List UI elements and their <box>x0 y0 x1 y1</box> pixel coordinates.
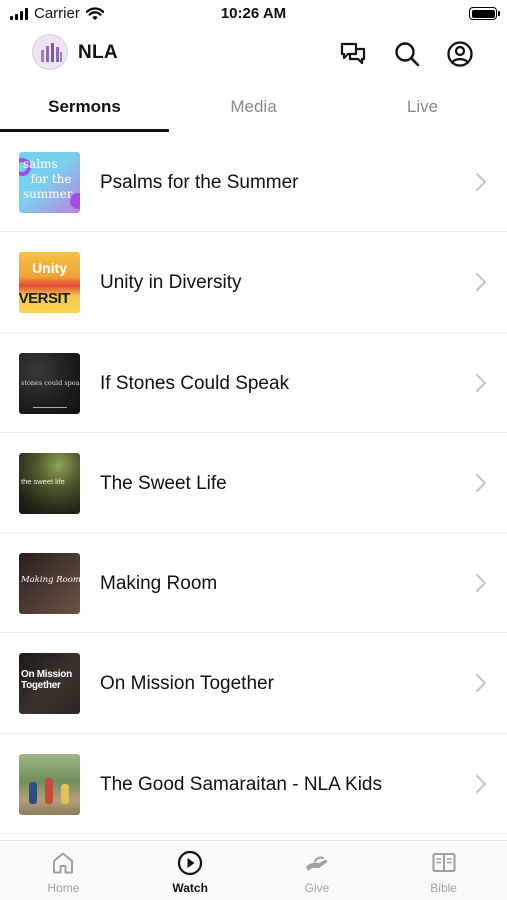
tabbar-home-label: Home <box>47 881 80 895</box>
chevron-right-icon <box>476 774 486 793</box>
sermon-thumbnail: stones could spea <box>19 352 80 414</box>
app-title: NLA <box>78 42 118 63</box>
sermon-title: The Sweet Life <box>100 472 227 494</box>
tab-media[interactable]: Media <box>169 84 338 132</box>
play-circle-icon <box>178 850 203 876</box>
sermon-list: salms for the summer Psalms for the Summe… <box>0 132 507 835</box>
sermon-title: If Stones Could Speak <box>100 372 290 394</box>
status-time: 10:26 AM <box>220 5 287 22</box>
content-tabs: Sermons Media Live <box>0 84 507 132</box>
account-icon[interactable] <box>446 40 474 68</box>
sermon-thumbnail: salms for the summer <box>19 152 80 213</box>
sermon-row[interactable]: stones could spea If Stones Could Speak <box>0 333 507 433</box>
sermon-title: The Good Samaraitan - NLA Kids <box>100 773 382 795</box>
logo-icon <box>41 43 62 62</box>
battery-icon <box>469 7 500 20</box>
status-bar: Carrier 10:26 AM <box>0 0 507 30</box>
sermon-thumbnail: the sweet life <box>19 452 80 514</box>
sermon-row[interactable]: salms for the summer Psalms for the Summe… <box>0 132 507 233</box>
tabbar-bible-label: Bible <box>430 881 457 895</box>
chevron-right-icon <box>476 574 486 593</box>
sermon-thumbnail: Making Room <box>19 553 80 615</box>
chevron-right-icon <box>476 473 486 492</box>
sermon-row[interactable]: Unity IVERSIT Unity in Diversity <box>0 232 507 333</box>
chat-icon[interactable] <box>339 40 367 68</box>
tabbar-home[interactable]: Home <box>0 841 127 900</box>
tabbar-give-label: Give <box>304 881 330 895</box>
app-header: NLA <box>0 30 507 80</box>
tabbar-watch[interactable]: Watch <box>127 841 254 900</box>
sermon-row[interactable]: Making Room Making Room <box>0 533 507 634</box>
sermon-row[interactable]: The Good Samaraitan - NLA Kids <box>0 734 507 835</box>
give-icon <box>305 856 328 871</box>
sermon-thumbnail: On Mission Together <box>19 653 80 715</box>
sermon-title: Unity in Diversity <box>100 272 242 294</box>
sermon-title: On Mission Together <box>100 673 274 695</box>
search-icon[interactable] <box>393 40 421 68</box>
bottom-tab-bar: Home Watch Give Bible <box>0 840 507 900</box>
tabbar-give[interactable]: Give <box>254 841 381 900</box>
sermon-row[interactable]: On Mission Together On Mission Together <box>0 633 507 734</box>
sermon-thumbnail <box>19 753 80 815</box>
sermon-row[interactable]: the sweet life The Sweet Life <box>0 433 507 534</box>
sermon-thumbnail: Unity IVERSIT <box>19 252 80 314</box>
chevron-right-icon <box>476 373 486 392</box>
tabbar-bible[interactable]: Bible <box>380 841 507 900</box>
sermon-title: Psalms for the Summer <box>100 172 299 193</box>
home-icon <box>53 852 74 874</box>
chevron-right-icon <box>476 173 486 191</box>
church-logo[interactable] <box>32 34 68 70</box>
sermon-title: Making Room <box>100 573 218 595</box>
chevron-right-icon <box>476 674 486 693</box>
chevron-right-icon <box>476 273 486 292</box>
tab-live[interactable]: Live <box>338 84 507 132</box>
tabbar-watch-label: Watch <box>172 881 208 895</box>
tab-sermons[interactable]: Sermons <box>0 84 169 132</box>
bible-icon <box>432 853 456 872</box>
